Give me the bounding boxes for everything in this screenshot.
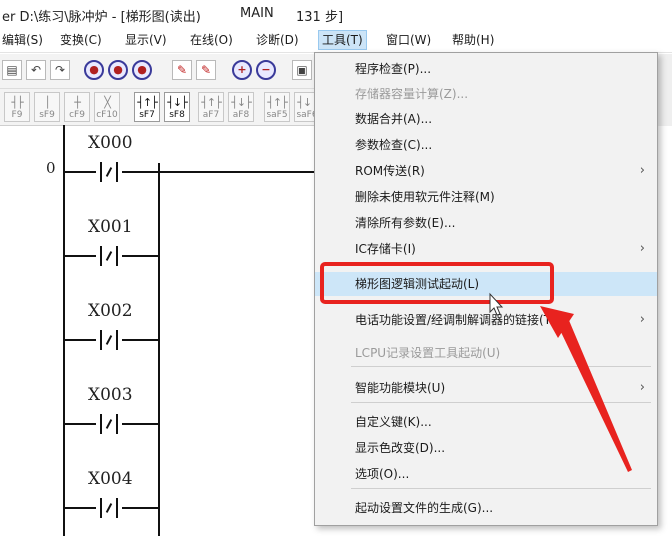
- window-title: er D:\练习\脉冲炉 - [梯形图(读出): [2, 10, 201, 25]
- falling-edge-parallel-button[interactable]: ┤↓├ aF8: [228, 92, 254, 122]
- monitor-icon[interactable]: ▣: [292, 60, 312, 80]
- redo-icon[interactable]: ↷: [50, 60, 70, 80]
- zoom-in-icon[interactable]: +: [232, 60, 252, 80]
- menu-item-program-check[interactable]: 程序检查(P)...: [315, 57, 657, 81]
- menu-item-ic-memory-card[interactable]: IC存储卡(I) ›: [315, 237, 657, 261]
- menu-item-custom-keys[interactable]: 自定义键(K)...: [315, 410, 657, 434]
- annotation-highlight-box: [320, 262, 554, 304]
- vertical-line-button[interactable]: │ sF9: [34, 92, 60, 122]
- menu-tools[interactable]: 工具(T): [318, 30, 367, 50]
- menu-item-clear-all-parameters[interactable]: 清除所有参数(E)...: [315, 211, 657, 235]
- zoom-out-icon[interactable]: −: [256, 60, 276, 80]
- menu-window[interactable]: 窗口(W): [386, 31, 431, 49]
- menu-item-options[interactable]: 选项(O)...: [315, 462, 657, 486]
- delete-line-button[interactable]: ╳ cF10: [94, 92, 120, 122]
- toolbar-overflow: [658, 54, 672, 126]
- device-label: X000: [88, 133, 133, 153]
- menu-online[interactable]: 在线(O): [190, 31, 233, 49]
- menu-bar: 编辑(S) 变换(C) 显示(V) 在线(O) 诊断(D) 工具(T) 窗口(W…: [0, 28, 672, 53]
- horizontal-line-button[interactable]: ┼ cF9: [64, 92, 90, 122]
- device-label: X004: [88, 469, 133, 489]
- rising-edge-parallel-button[interactable]: ┤↑├ aF7: [198, 92, 224, 122]
- rising-edge-contact[interactable]: [96, 162, 122, 182]
- read-mode-icon[interactable]: ✎: [196, 60, 216, 80]
- menu-convert[interactable]: 变换(C): [60, 31, 102, 49]
- menu-separator: [351, 402, 651, 403]
- title-bar: er D:\练习\脉冲炉 - [梯形图(读出) MAIN 131 步]: [0, 0, 672, 28]
- menu-item-phone-modem-link[interactable]: 电话功能设置/经调制解调器的链接(T) ›: [315, 308, 657, 332]
- device-label: X002: [88, 301, 133, 321]
- open-contact-button[interactable]: ┤├ F9: [4, 92, 30, 122]
- submenu-arrow-icon: ›: [639, 241, 645, 256]
- rising-edge-contact[interactable]: [96, 414, 122, 434]
- step-number: 0: [46, 159, 56, 177]
- rising-edge-pulse-button[interactable]: ┤↑├ saF5: [264, 92, 290, 122]
- falling-edge-contact-button[interactable]: ┤↓├ sF8: [164, 92, 190, 122]
- submenu-arrow-icon: ›: [639, 312, 645, 327]
- menu-item-data-merge[interactable]: 数据合并(A)...: [315, 107, 657, 131]
- rising-edge-contact[interactable]: [96, 498, 122, 518]
- menu-item-rom-transfer[interactable]: ROM传送(R) ›: [315, 159, 657, 183]
- find-instruction-icon[interactable]: ●: [108, 60, 128, 80]
- save-icon[interactable]: ▤: [2, 60, 22, 80]
- left-power-rail: [63, 125, 65, 536]
- rising-edge-contact[interactable]: [96, 330, 122, 350]
- menu-diagnostics[interactable]: 诊断(D): [256, 31, 299, 49]
- menu-separator: [351, 488, 651, 489]
- rising-edge-contact-button[interactable]: ┤↑├ sF7: [134, 92, 160, 122]
- find-contact-icon[interactable]: ●: [132, 60, 152, 80]
- menu-item-delete-unused-comments[interactable]: 删除未使用软元件注释(M): [315, 185, 657, 209]
- find-device-icon[interactable]: ●: [84, 60, 104, 80]
- branch-line: [158, 163, 160, 536]
- step-count: 131 步]: [296, 10, 344, 25]
- menu-item-memory-capacity: 存储器容量计算(Z)...: [355, 87, 469, 101]
- device-label: X001: [88, 217, 133, 237]
- undo-icon[interactable]: ↶: [26, 60, 46, 80]
- write-mode-icon[interactable]: ✎: [172, 60, 192, 80]
- submenu-arrow-icon: ›: [639, 380, 645, 395]
- rising-edge-contact[interactable]: [96, 246, 122, 266]
- menu-item-intelligent-module[interactable]: 智能功能模块(U) ›: [315, 376, 657, 400]
- menu-item-display-color[interactable]: 显示色改变(D)...: [315, 436, 657, 460]
- program-name: MAIN: [240, 6, 274, 21]
- menu-help[interactable]: 帮助(H): [452, 31, 494, 49]
- menu-item-lcpu-logging-tool: LCPU记录设置工具起动(U): [355, 346, 501, 360]
- menu-view[interactable]: 显示(V): [125, 31, 167, 49]
- menu-separator: [351, 366, 651, 367]
- menu-edit[interactable]: 编辑(S): [2, 31, 43, 49]
- menu-item-parameter-check[interactable]: 参数检查(C)...: [315, 133, 657, 157]
- device-label: X003: [88, 385, 133, 405]
- menu-item-startup-settings-file[interactable]: 起动设置文件的生成(G)...: [315, 496, 657, 520]
- submenu-arrow-icon: ›: [639, 163, 645, 178]
